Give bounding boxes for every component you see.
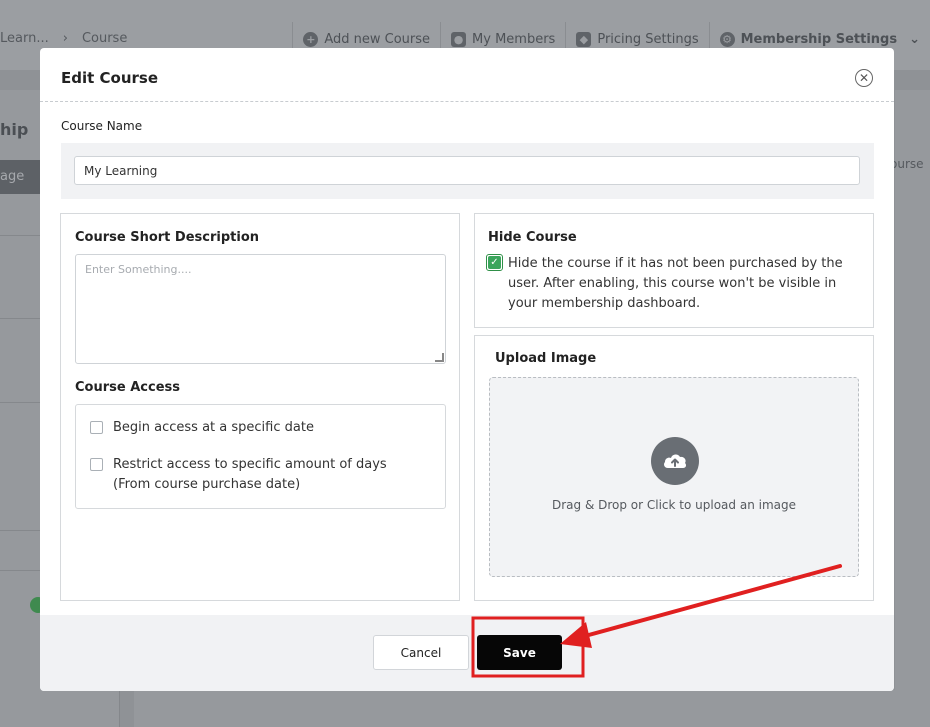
hide-course-checkbox[interactable]: ✓ bbox=[486, 254, 503, 271]
checkmark-icon: ✓ bbox=[488, 256, 501, 269]
gear-icon: ⚙ bbox=[719, 31, 735, 47]
image-dropzone[interactable]: Drag & Drop or Click to upload an image bbox=[489, 377, 859, 577]
background-right-panel bbox=[895, 90, 930, 727]
access-option-label: Restrict access to specific amount of da… bbox=[113, 457, 387, 492]
divider bbox=[0, 318, 40, 319]
course-access-label: Course Access bbox=[75, 380, 180, 395]
divider bbox=[0, 235, 40, 236]
divider bbox=[0, 570, 40, 571]
background-right-text: ourse bbox=[890, 157, 924, 171]
hide-course-description: Hide the course if it has not been purch… bbox=[508, 256, 843, 311]
modal-title: Edit Course bbox=[61, 69, 159, 87]
save-button[interactable]: Save bbox=[477, 635, 562, 670]
nav-label: Pricing Settings bbox=[597, 31, 699, 47]
divider bbox=[0, 530, 40, 531]
background-bottom bbox=[134, 690, 930, 727]
upload-image-panel: Upload Image Drag & Drop or Click to upl… bbox=[474, 335, 874, 601]
course-access-box: Begin access at a specific date Restrict… bbox=[75, 404, 446, 509]
users-icon: ● bbox=[451, 31, 467, 47]
course-name-wrapper bbox=[61, 143, 874, 199]
dropzone-hint: Drag & Drop or Click to upload an image bbox=[551, 498, 796, 512]
access-option-restrict-days[interactable]: Restrict access to specific amount of da… bbox=[90, 455, 410, 495]
nav-label: Membership Settings bbox=[740, 31, 898, 47]
nav-label: My Members bbox=[472, 31, 556, 47]
edit-course-modal: Edit Course ✕ Course Name Course Short D… bbox=[40, 48, 894, 691]
modal-footer: Cancel Save bbox=[40, 615, 894, 691]
nav-label: Add new Course bbox=[324, 31, 431, 47]
course-name-label: Course Name bbox=[61, 119, 143, 133]
cloud-upload-icon bbox=[651, 437, 699, 485]
plus-circle-icon: + bbox=[303, 31, 319, 47]
resize-grip-icon[interactable] bbox=[435, 353, 444, 362]
background-sidebar-title: hip bbox=[0, 120, 29, 139]
modal-header: Edit Course ✕ bbox=[40, 48, 894, 102]
close-button[interactable]: ✕ bbox=[855, 69, 873, 87]
divider bbox=[0, 402, 40, 403]
upload-image-label: Upload Image bbox=[495, 351, 597, 366]
breadcrumb-item[interactable]: Learn... bbox=[0, 31, 49, 46]
background-sidebar-tab: age bbox=[0, 160, 42, 194]
course-name-input[interactable] bbox=[74, 156, 860, 185]
close-icon: ✕ bbox=[858, 71, 870, 85]
breadcrumb-item[interactable]: Course bbox=[82, 31, 127, 46]
access-option-label: Begin access at a specific date bbox=[113, 420, 314, 435]
short-description-textarea[interactable] bbox=[75, 254, 446, 364]
chevron-down-icon: ⌄ bbox=[909, 31, 920, 47]
description-access-panel: Course Short Description Course Access B… bbox=[60, 213, 460, 601]
tag-icon: ◆ bbox=[576, 31, 592, 47]
background-breadcrumb: Learn... › Course bbox=[0, 31, 127, 46]
hide-course-label: Hide Course bbox=[488, 230, 577, 245]
restrict-days-checkbox[interactable] bbox=[90, 458, 103, 471]
begin-date-checkbox[interactable] bbox=[90, 421, 103, 434]
access-option-begin-date[interactable]: Begin access at a specific date bbox=[90, 418, 314, 438]
hide-course-panel: Hide Course ✓ Hide the course if it has … bbox=[474, 213, 874, 328]
cancel-button[interactable]: Cancel bbox=[373, 635, 469, 670]
breadcrumb-separator: › bbox=[62, 31, 68, 46]
short-description-label: Course Short Description bbox=[75, 230, 259, 245]
